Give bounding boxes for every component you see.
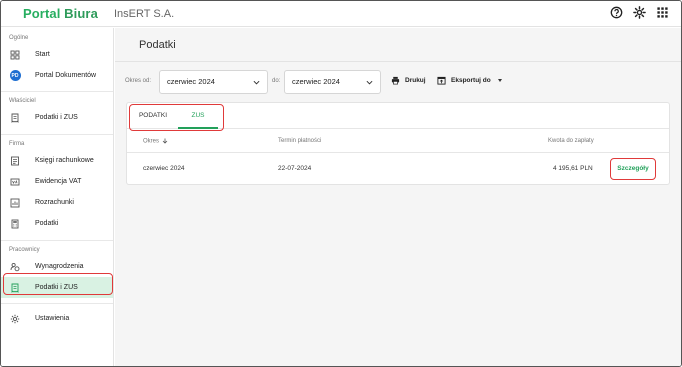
top-icons [610, 6, 669, 19]
sidebar-item-label: Rozrachunki [35, 199, 74, 206]
sort-arrow-down-icon [162, 138, 168, 144]
sidebar-item-taxes[interactable]: Podatki [1, 213, 113, 234]
sidebar-item-label: Portal Dokumentów [35, 72, 97, 79]
column-header-period[interactable]: Okres [143, 138, 168, 145]
caret-down-icon [497, 79, 502, 82]
sidebar-item-label: Ewidencja VAT [35, 178, 82, 185]
main-content: Podatki Okres od: czerwiec 2024 do: czer… [115, 28, 681, 366]
company-name: InsERT S.A. [114, 8, 175, 20]
sidebar-section-company: Firma [9, 141, 25, 147]
sidebar-item-label: Wynagrodzenia [35, 263, 84, 270]
table-header: Okres Termin płatności Kwota do zapłaty [127, 130, 669, 153]
tabs-highlight [129, 104, 224, 131]
chevron-down-icon [253, 80, 260, 85]
details-button[interactable]: Szczegóły [610, 158, 656, 180]
period-to-label: do: [272, 78, 281, 84]
cell-due-date: 22-07-2024 [278, 165, 312, 172]
sidebar-section-owner: Właściciel [9, 98, 36, 104]
dashboard-icon [9, 49, 21, 61]
sidebar-item-owner-taxes-zus[interactable]: Podatki i ZUS [1, 107, 113, 128]
apps-grid-icon[interactable] [656, 6, 669, 19]
sidebar-item-label: Start [35, 51, 50, 58]
export-button[interactable]: Eksportuj do [437, 76, 502, 85]
period-from-value: czerwiec 2024 [167, 77, 215, 86]
app-window: Portal Biura InsERT S.A. Ogólne Start PD… [0, 0, 682, 367]
ledger-icon [9, 155, 21, 167]
sidebar-section-employees: Pracownicy [9, 247, 40, 253]
calculator-icon [9, 218, 21, 230]
printer-icon [391, 76, 400, 85]
logo-part1: Portal [23, 6, 61, 21]
chevron-down-icon [366, 80, 373, 85]
sidebar: Ogólne Start PD Portal Dokumentów Właści… [1, 28, 114, 366]
period-from-label: Okres od: [125, 78, 152, 84]
export-label: Eksportuj do [451, 77, 491, 84]
print-label: Drukuj [405, 77, 426, 84]
payroll-icon [9, 261, 21, 273]
vat-icon [9, 176, 21, 188]
sidebar-item-vat[interactable]: Ewidencja VAT [1, 171, 113, 192]
sidebar-item-label: Podatki [35, 220, 59, 227]
pd-badge-icon: PD [9, 70, 21, 81]
sidebar-item-label: Ustawienia [35, 315, 70, 322]
cell-period: czerwiec 2024 [143, 165, 185, 172]
app-logo[interactable]: Portal Biura [23, 6, 98, 21]
column-header-amount: Kwota do zapłaty [548, 138, 594, 144]
settlements-icon [9, 197, 21, 209]
column-header-due-date: Termin płatności [278, 138, 322, 144]
sidebar-section-general: Ogólne [9, 35, 29, 41]
divider [115, 61, 681, 62]
sidebar-item-start[interactable]: Start [1, 44, 113, 65]
export-icon [437, 76, 446, 85]
top-bar: Portal Biura InsERT S.A. [1, 1, 681, 27]
period-to-select[interactable]: czerwiec 2024 [284, 70, 381, 94]
print-button[interactable]: Drukuj [391, 76, 426, 85]
sidebar-item-label: Księgi rachunkowe [35, 157, 94, 164]
period-to-value: czerwiec 2024 [292, 77, 340, 86]
page-title: Podatki [139, 39, 176, 51]
table-row: czerwiec 2024 22-07-2024 4 195,61 PLN Sz… [127, 154, 669, 184]
sidebar-item-ledgers[interactable]: Księgi rachunkowe [1, 150, 113, 171]
sidebar-item-settings[interactable]: Ustawienia [1, 308, 113, 329]
period-from-select[interactable]: czerwiec 2024 [159, 70, 268, 94]
sidebar-active-highlight [3, 273, 113, 295]
filter-bar: Okres od: czerwiec 2024 do: czerwiec 202… [125, 70, 665, 94]
sidebar-item-label: Podatki i ZUS [35, 114, 78, 121]
gear-icon [9, 313, 21, 325]
gear-icon[interactable] [633, 6, 646, 19]
sidebar-item-settlements[interactable]: Rozrachunki [1, 192, 113, 213]
cell-amount: 4 195,61 PLN [553, 165, 593, 172]
receipt-icon [9, 112, 21, 124]
help-icon[interactable] [610, 6, 623, 19]
taxes-card: PODATKI ZUS Okres Termin płatności Kwota… [126, 102, 670, 185]
sidebar-item-portal-dokumentow[interactable]: PD Portal Dokumentów [1, 65, 113, 86]
logo-part2: Biura [64, 6, 98, 21]
